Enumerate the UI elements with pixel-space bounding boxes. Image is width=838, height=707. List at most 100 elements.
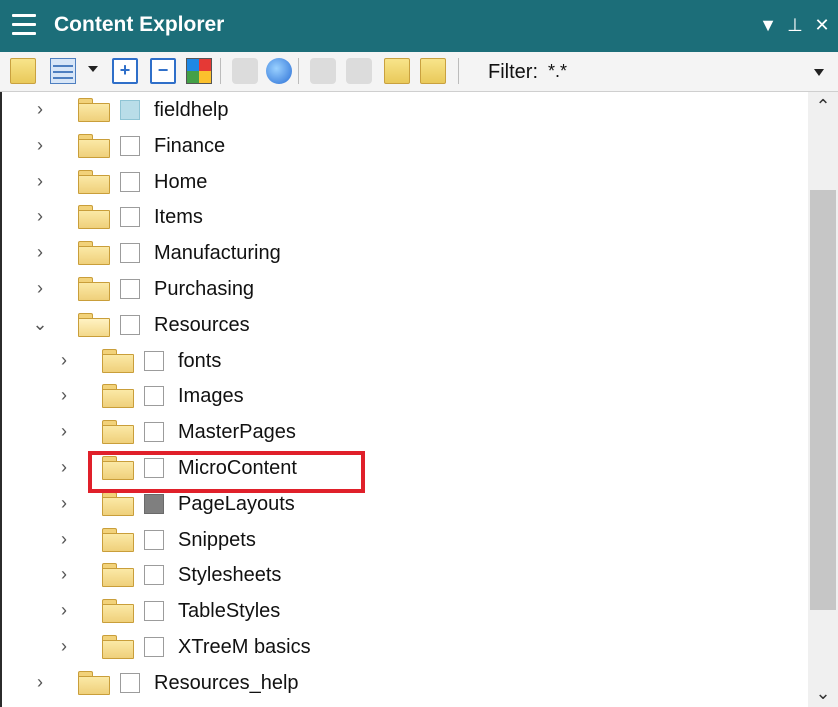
filter-dropdown-icon[interactable] [814, 69, 824, 76]
filter-input[interactable]: *.* [548, 61, 567, 82]
highlight-box [88, 451, 365, 493]
tree-item-label: MasterPages [178, 421, 296, 444]
chevron-right-icon[interactable]: › [32, 136, 48, 154]
chevron-right-icon[interactable]: › [56, 530, 72, 548]
tree-item-label: fonts [178, 349, 222, 372]
window-title: Content Explorer [54, 13, 225, 36]
tree-item-label: Purchasing [154, 278, 255, 300]
scroll-up-arrow-icon[interactable]: ⌃ [808, 92, 838, 120]
tree-item-label: Resources_help [154, 671, 299, 694]
chevron-right-icon[interactable]: › [56, 494, 72, 512]
toolbar-separator [298, 58, 299, 84]
chevron-right-icon[interactable]: › [56, 601, 72, 619]
vertical-scrollbar[interactable]: ⌃ ⌄ [808, 92, 838, 707]
item-checkbox[interactable] [144, 422, 164, 443]
item-checkbox[interactable] [120, 135, 140, 156]
item-checkbox[interactable] [144, 637, 164, 657]
tree-item-label: fieldhelp [154, 99, 229, 121]
tree-item[interactable]: ⌄ Resources [8, 307, 808, 343]
item-checkbox[interactable] [120, 243, 140, 264]
view-dropdown-icon[interactable] [88, 66, 98, 72]
folder-icon [78, 98, 110, 122]
folder-icon [102, 491, 134, 516]
new-file-icon[interactable] [420, 58, 446, 84]
item-checkbox[interactable] [120, 207, 140, 228]
panel-left-border [0, 92, 2, 707]
tree-item-label: Home [154, 170, 208, 193]
item-checkbox[interactable] [120, 100, 140, 120]
pin-icon[interactable]: ⊥ [784, 12, 806, 38]
tree-item-label: Snippets [178, 528, 256, 551]
refresh-icon[interactable] [266, 58, 292, 84]
tree-item[interactable]: › Purchasing [8, 271, 808, 307]
open-file-icon [310, 58, 336, 84]
chevron-right-icon[interactable]: › [32, 673, 48, 691]
tree-item[interactable]: › Items [8, 199, 808, 235]
item-checkbox[interactable] [144, 493, 164, 514]
filter-label: Filter: [488, 61, 538, 83]
tree-item-label: Finance [154, 134, 226, 157]
folder-icon [102, 384, 134, 409]
item-checkbox[interactable] [144, 386, 164, 407]
content-tree: › fieldhelp › Finance › Home › Items › Manufactur… [8, 92, 808, 707]
grid-view-icon[interactable] [50, 58, 76, 84]
chevron-right-icon[interactable]: › [56, 458, 72, 476]
tree-item[interactable]: › Stylesheets [8, 557, 808, 593]
tree-item[interactable]: › TableStyles [8, 593, 808, 629]
tree-item[interactable]: › Finance [8, 128, 808, 164]
preview-icon [346, 58, 372, 84]
chevron-right-icon[interactable]: › [32, 172, 48, 190]
tree-item-label: XTreeM basics [178, 636, 311, 658]
hamburger-menu-icon[interactable] [12, 14, 36, 36]
folder-icon[interactable] [10, 58, 36, 84]
tree-item[interactable]: › Resources_help [8, 665, 808, 701]
item-checkbox[interactable] [120, 672, 140, 693]
item-checkbox[interactable] [120, 279, 140, 299]
expand-all-icon[interactable]: + [112, 58, 138, 84]
chevron-right-icon[interactable]: › [56, 351, 72, 369]
window-dropdown-button[interactable]: ▼ [756, 12, 780, 38]
folder-icon [78, 241, 110, 266]
tree-item-label: Stylesheets [178, 564, 282, 587]
folder-icon [102, 420, 134, 445]
folder-icon [78, 670, 110, 695]
tree-item[interactable]: › Images [8, 378, 808, 414]
toolbar: + − Filter: *.* [0, 52, 838, 92]
item-checkbox[interactable] [144, 350, 164, 371]
tree-item[interactable]: › MasterPages [8, 414, 808, 450]
chevron-right-icon[interactable]: › [56, 422, 72, 440]
tree-item[interactable]: › Snippets [8, 522, 808, 558]
toolbar-separator [220, 58, 221, 84]
tree-item[interactable]: › fonts [8, 343, 808, 379]
scroll-thumb[interactable] [810, 189, 836, 610]
tree-item[interactable]: › XTreeM basics [8, 629, 808, 665]
tree-item[interactable]: › Home [8, 164, 808, 200]
collapse-all-icon[interactable]: − [150, 58, 176, 84]
chevron-right-icon[interactable]: › [56, 386, 72, 404]
chevron-right-icon[interactable]: › [56, 637, 72, 655]
item-checkbox[interactable] [120, 314, 140, 335]
scroll-down-arrow-icon[interactable]: ⌄ [808, 679, 838, 707]
chevron-right-icon[interactable]: › [32, 243, 48, 261]
item-checkbox[interactable] [144, 601, 164, 622]
item-checkbox[interactable] [120, 171, 140, 192]
item-checkbox[interactable] [144, 529, 164, 550]
folder-icon [102, 599, 134, 624]
folder-icon [102, 527, 134, 552]
tree-item-label: Images [178, 385, 244, 408]
open-folder-icon [78, 312, 110, 337]
tree-item-label: TableStyles [178, 600, 281, 623]
tree-item[interactable]: › Manufacturing [8, 235, 808, 271]
chevron-right-icon[interactable]: › [56, 565, 72, 583]
color-grid-icon[interactable] [186, 58, 212, 84]
move-up-icon [232, 58, 258, 84]
item-checkbox[interactable] [144, 565, 164, 586]
chevron-right-icon[interactable]: › [32, 279, 48, 297]
tree-item-label: Items [154, 206, 203, 229]
close-button[interactable]: ✕ [810, 12, 834, 38]
new-folder-icon[interactable] [384, 58, 410, 84]
chevron-right-icon[interactable]: › [32, 100, 48, 118]
chevron-down-icon[interactable]: ⌄ [32, 315, 48, 333]
tree-item[interactable]: › fieldhelp [8, 92, 808, 128]
chevron-right-icon[interactable]: › [32, 207, 48, 225]
